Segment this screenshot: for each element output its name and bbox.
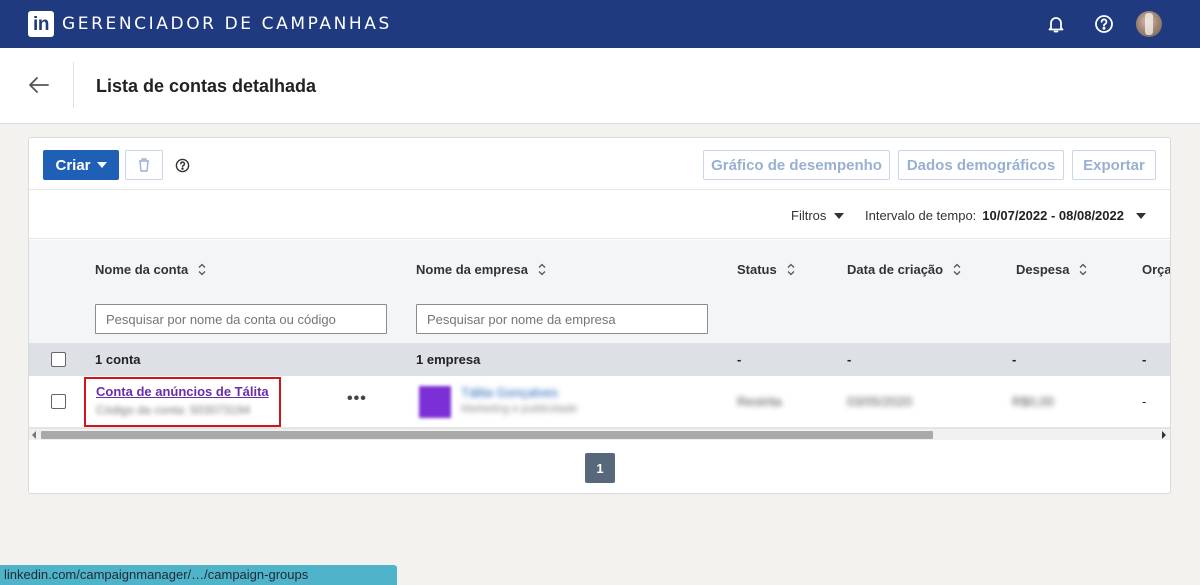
account-code: Código da conta: 503073194 bbox=[96, 403, 251, 417]
filters-dropdown[interactable]: Filtros bbox=[791, 208, 845, 223]
column-label: Orça bbox=[1142, 262, 1171, 277]
create-button[interactable]: Criar bbox=[43, 150, 119, 180]
column-header-account-name[interactable]: Nome da conta bbox=[95, 262, 206, 277]
trash-icon bbox=[139, 158, 149, 172]
summary-spend: - bbox=[1012, 352, 1017, 367]
column-header-spend[interactable]: Despesa bbox=[1016, 262, 1087, 277]
page-header: Lista de contas detalhada bbox=[0, 48, 1200, 124]
sort-icon bbox=[538, 263, 546, 276]
row-checkbox[interactable] bbox=[51, 394, 66, 409]
more-options-icon[interactable]: ••• bbox=[347, 390, 367, 408]
select-all-checkbox[interactable] bbox=[51, 352, 66, 367]
sort-icon bbox=[1079, 263, 1087, 276]
scroll-right-icon[interactable] bbox=[1162, 431, 1166, 439]
demographics-button[interactable]: Dados demográficos bbox=[898, 150, 1064, 180]
linkedin-logo[interactable]: in bbox=[28, 11, 54, 37]
delete-button[interactable] bbox=[125, 150, 163, 180]
chevron-down-icon bbox=[834, 212, 845, 219]
summary-row: 1 conta 1 empresa - - - - bbox=[29, 343, 1170, 376]
summary-created: - bbox=[847, 352, 852, 367]
column-header-created-date[interactable]: Data de criação bbox=[847, 262, 961, 277]
scroll-left-icon[interactable] bbox=[32, 431, 36, 439]
summary-budget: - bbox=[1142, 352, 1147, 367]
column-header-company-name[interactable]: Nome da empresa bbox=[416, 262, 546, 277]
created-date-value: 03/05/2020 bbox=[847, 394, 913, 409]
column-label: Status bbox=[737, 262, 777, 277]
horizontal-scrollbar[interactable] bbox=[29, 428, 1170, 440]
app-title: GERENCIADOR DE CAMPANHAS bbox=[62, 14, 392, 34]
export-button[interactable]: Exportar bbox=[1072, 150, 1156, 180]
date-range-dropdown[interactable]: Intervalo de tempo: 10/07/2022 - 08/08/2… bbox=[865, 208, 1146, 223]
back-arrow-icon[interactable] bbox=[26, 72, 52, 98]
column-label: Nome da empresa bbox=[416, 262, 528, 277]
scrollbar-thumb[interactable] bbox=[41, 431, 933, 439]
company-name-link[interactable]: Tálita Gonçalves bbox=[461, 385, 558, 400]
summary-accounts: 1 conta bbox=[95, 352, 141, 367]
performance-chart-button[interactable]: Gráfico de desempenho bbox=[703, 150, 890, 180]
filters-label: Filtros bbox=[791, 208, 827, 223]
link-preview-status-bar: linkedin.com/campaignmanager/…/campaign-… bbox=[0, 565, 397, 585]
chevron-down-icon bbox=[1135, 212, 1146, 219]
account-name-link[interactable]: Conta de anúncios de Tálita bbox=[96, 384, 269, 399]
sort-icon bbox=[198, 263, 206, 276]
company-search-input[interactable] bbox=[416, 304, 708, 334]
date-range-value: 10/07/2022 - 08/08/2022 bbox=[982, 208, 1124, 223]
toolbar: Criar Gráfico de desempenho Dados demogr… bbox=[29, 138, 1170, 190]
header-divider bbox=[73, 62, 74, 108]
spend-value: R$0,00 bbox=[1012, 394, 1054, 409]
budget-value: - bbox=[1142, 394, 1147, 409]
table-header: Nome da conta Nome da empresa Status Dat… bbox=[29, 240, 1170, 343]
company-industry: Marketing e publicidade bbox=[461, 403, 578, 415]
help-icon[interactable] bbox=[1092, 12, 1116, 36]
column-header-budget[interactable]: Orça bbox=[1142, 262, 1171, 277]
date-range-label: Intervalo de tempo: bbox=[865, 208, 977, 223]
column-label: Data de criação bbox=[847, 262, 944, 277]
company-logo bbox=[419, 386, 451, 418]
avatar[interactable] bbox=[1136, 11, 1162, 37]
account-search-input[interactable] bbox=[95, 304, 387, 334]
accounts-card: Criar Gráfico de desempenho Dados demogr… bbox=[28, 137, 1171, 494]
sort-icon bbox=[787, 263, 795, 276]
status-value: Restrita bbox=[737, 394, 782, 409]
create-button-label: Criar bbox=[55, 156, 91, 174]
filter-bar: Filtros Intervalo de tempo: 10/07/2022 -… bbox=[29, 191, 1170, 239]
sort-icon bbox=[953, 263, 961, 276]
page-title: Lista de contas detalhada bbox=[96, 76, 317, 96]
summary-companies: 1 empresa bbox=[416, 352, 481, 367]
column-header-status[interactable]: Status bbox=[737, 262, 795, 277]
column-label: Nome da conta bbox=[95, 262, 189, 277]
table-row: Conta de anúncios de Tálita Código da co… bbox=[29, 376, 1170, 428]
column-label: Despesa bbox=[1016, 262, 1070, 277]
pagination-page-button[interactable]: 1 bbox=[585, 453, 615, 483]
summary-status: - bbox=[737, 352, 742, 367]
bell-icon[interactable] bbox=[1044, 12, 1068, 36]
chevron-down-icon bbox=[96, 162, 107, 168]
top-navigation-bar: in GERENCIADOR DE CAMPANHAS bbox=[0, 0, 1200, 48]
help-icon[interactable] bbox=[173, 156, 191, 174]
